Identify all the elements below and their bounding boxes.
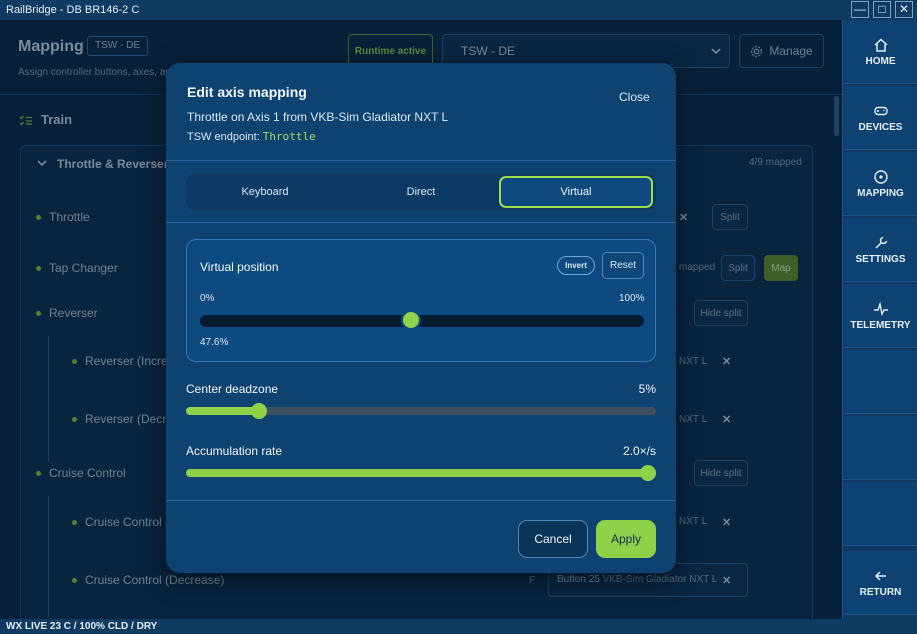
nav-label: DEVICES bbox=[858, 121, 903, 133]
virtual-position-thumb[interactable] bbox=[401, 310, 422, 330]
minimize-button[interactable]: — bbox=[851, 1, 869, 18]
status-bar: WX LIVE 23 C / 100% CLD / DRY bbox=[0, 619, 917, 634]
target-icon bbox=[873, 169, 888, 184]
deadzone-label: Center deadzone bbox=[186, 382, 279, 396]
accumulation-label: Accumulation rate bbox=[186, 444, 283, 458]
nav-empty-slot bbox=[843, 350, 917, 414]
nav-devices[interactable]: DEVICES bbox=[843, 86, 917, 150]
endpoint-label: TSW endpoint: bbox=[187, 131, 260, 143]
maximize-button[interactable]: □ bbox=[873, 1, 891, 18]
arrow-left-icon bbox=[874, 570, 886, 581]
endpoint-value: Throttle bbox=[262, 130, 316, 143]
virtual-position-slider[interactable] bbox=[200, 315, 644, 327]
tab-virtual[interactable]: Virtual bbox=[499, 176, 653, 208]
nav-telemetry[interactable]: TELEMETRY bbox=[843, 284, 917, 348]
divider bbox=[166, 500, 676, 501]
home-icon bbox=[873, 37, 888, 52]
dialog-close-button[interactable]: Close bbox=[619, 90, 650, 104]
nav-settings[interactable]: SETTINGS bbox=[843, 218, 917, 282]
nav-home[interactable]: HOME bbox=[843, 20, 917, 84]
virtual-position-title: Virtual position bbox=[200, 260, 279, 274]
window-title: RailBridge - DB BR146-2 C bbox=[6, 4, 140, 16]
mode-tabs: Keyboard Direct Virtual bbox=[186, 174, 656, 210]
accumulation-fill bbox=[186, 469, 656, 477]
dialog-subtitle: Throttle on Axis 1 from VKB-Sim Gladiato… bbox=[187, 110, 449, 124]
nav-return[interactable]: RETURN bbox=[843, 551, 917, 615]
apply-button[interactable]: Apply bbox=[596, 520, 656, 558]
tab-direct[interactable]: Direct bbox=[344, 176, 498, 208]
edit-axis-dialog: Edit axis mapping Close Throttle on Axis… bbox=[166, 63, 676, 573]
accumulation-slider[interactable] bbox=[186, 469, 656, 477]
pulse-icon bbox=[873, 300, 888, 316]
slider-min-label: 0% bbox=[200, 293, 215, 304]
reset-button[interactable]: Reset bbox=[602, 252, 644, 279]
virtual-position-panel: Virtual position Invert Reset 0% 100% 47… bbox=[186, 239, 656, 362]
nav-label: RETURN bbox=[859, 586, 902, 598]
invert-toggle[interactable]: Invert bbox=[557, 256, 595, 275]
gamepad-icon bbox=[873, 106, 888, 115]
deadzone-thumb[interactable] bbox=[250, 403, 267, 419]
nav-empty-slot bbox=[843, 416, 917, 480]
nav-label: HOME bbox=[865, 55, 896, 67]
virtual-position-value: 47.6% bbox=[200, 337, 229, 348]
deadzone-value: 5% bbox=[638, 382, 656, 396]
nav-empty-slot bbox=[843, 482, 917, 546]
accumulation-value: 2.0×/s bbox=[622, 444, 656, 458]
nav-mapping[interactable]: MAPPING bbox=[843, 152, 917, 216]
nav-label: MAPPING bbox=[857, 187, 904, 199]
endpoint-line: TSW endpoint: Throttle bbox=[187, 130, 316, 143]
dialog-title: Edit axis mapping bbox=[187, 84, 307, 100]
nav-label: TELEMETRY bbox=[850, 319, 911, 331]
right-nav: HOME DEVICES MAPPING SETTINGS TELEMETRY … bbox=[842, 20, 917, 619]
nav-label: SETTINGS bbox=[855, 253, 906, 265]
accumulation-thumb[interactable] bbox=[640, 465, 656, 481]
slider-max-label: 100% bbox=[619, 293, 645, 304]
wrench-icon bbox=[874, 236, 887, 249]
close-window-button[interactable]: ✕ bbox=[895, 1, 913, 18]
divider bbox=[166, 160, 676, 161]
window-titlebar: RailBridge - DB BR146-2 C — □ ✕ bbox=[0, 0, 917, 20]
tab-keyboard[interactable]: Keyboard bbox=[188, 176, 342, 208]
cancel-button[interactable]: Cancel bbox=[518, 520, 588, 558]
divider bbox=[166, 222, 676, 223]
deadzone-fill bbox=[186, 407, 259, 415]
